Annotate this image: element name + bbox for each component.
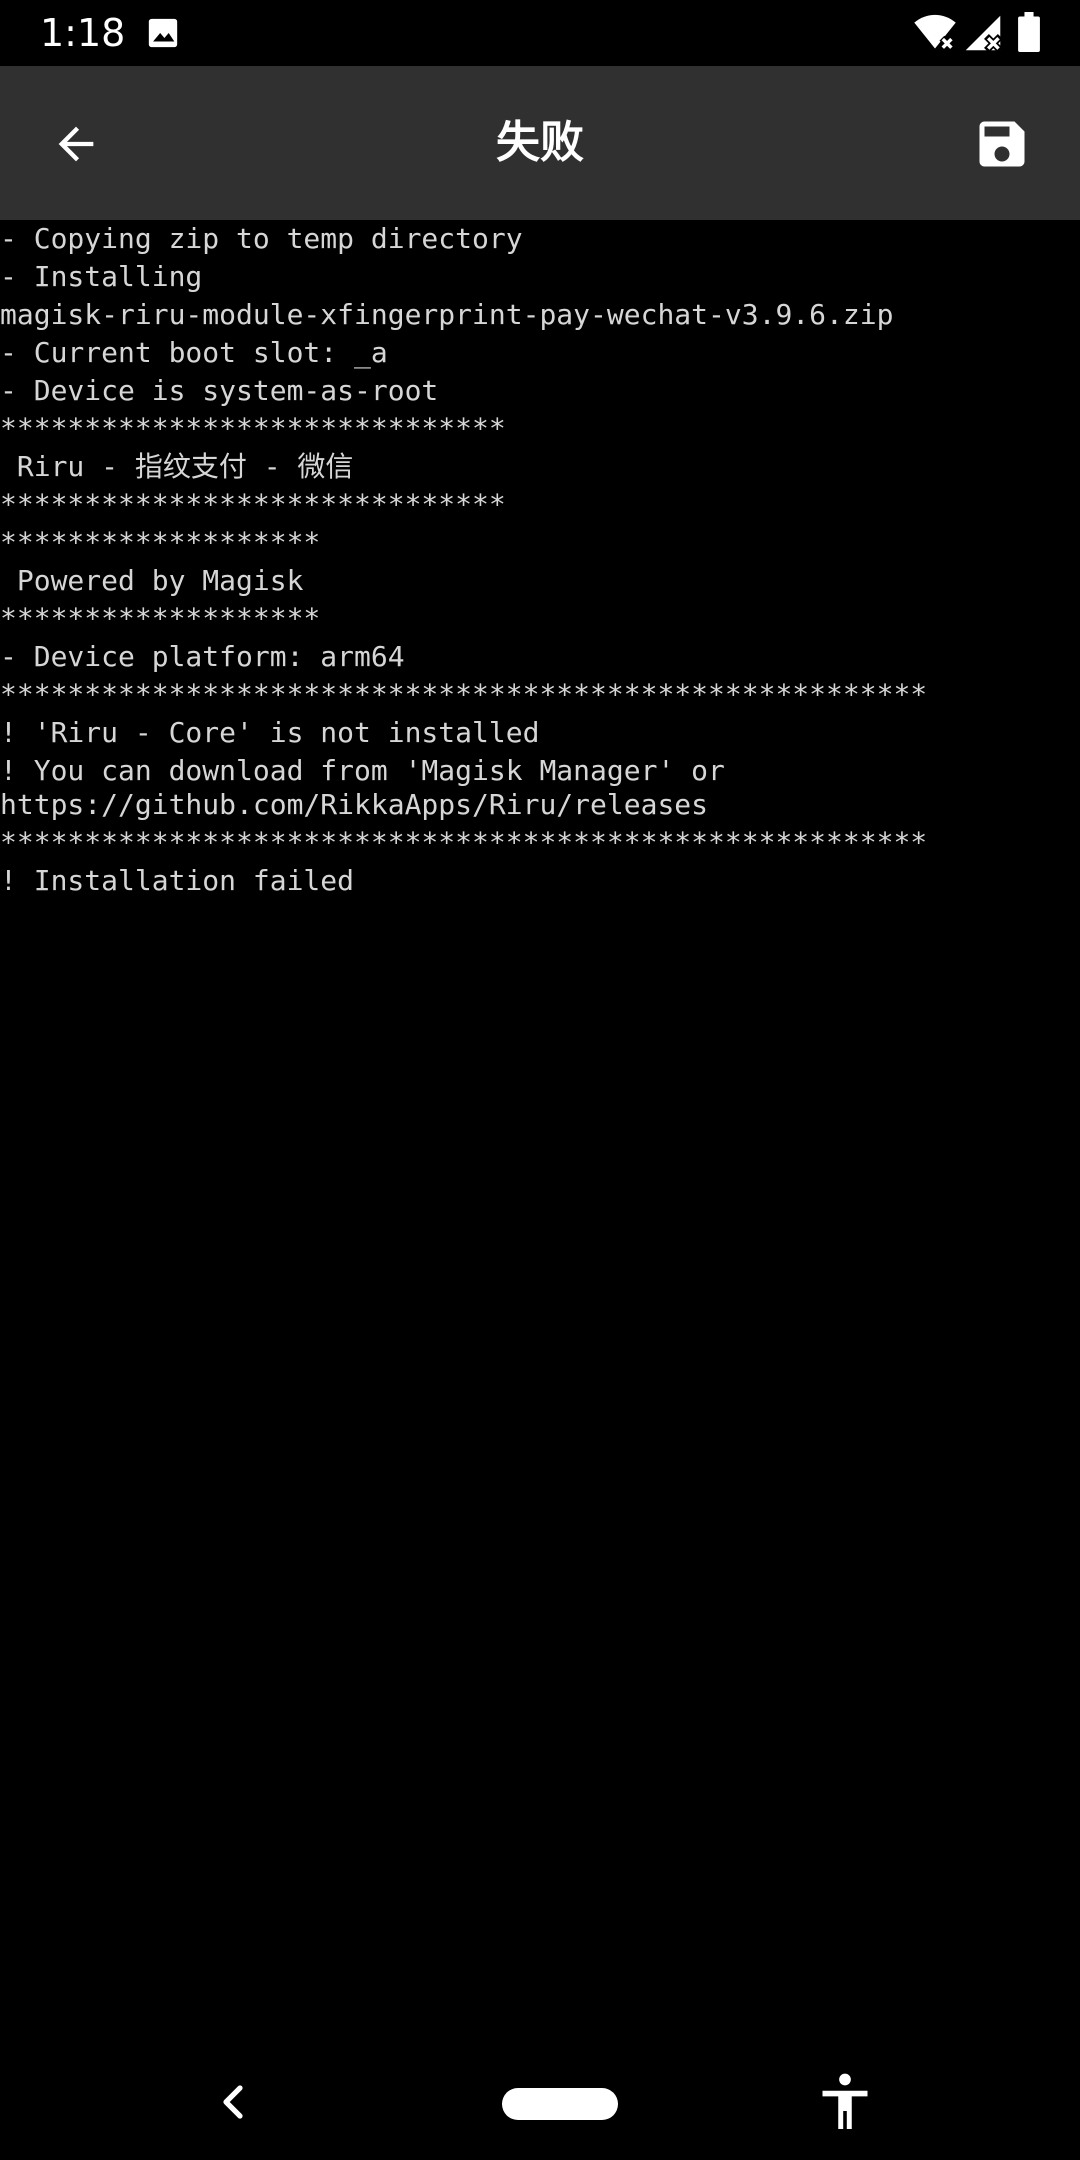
navigation-bar (0, 2040, 1080, 2160)
wifi-off-icon (912, 14, 958, 52)
page-title: 失败 (496, 117, 584, 168)
log-line: - Copying zip to temp directory (0, 222, 523, 255)
log-line: - Device is system-as-root (0, 374, 439, 407)
log-line: ! 'Riru - Core' is not installed (0, 716, 540, 749)
log-line: - Current boot slot: _a (0, 336, 388, 369)
save-button[interactable] (966, 108, 1038, 180)
log-line: Powered by Magisk (0, 564, 304, 597)
log-line: ! You can download from 'Magisk Manager'… (0, 754, 742, 821)
log-line: ****************************************… (0, 678, 928, 711)
log-line: ! Installation failed (0, 864, 355, 897)
log-line: ****************************** (0, 412, 506, 445)
log-line: - Installing (0, 260, 203, 293)
battery-icon (1018, 12, 1040, 52)
log-line: ******************* (0, 602, 321, 635)
console-log[interactable]: - Copying zip to temp directory - Instal… (0, 220, 1080, 2042)
accessibility-icon[interactable] (818, 2072, 872, 2132)
image-icon (146, 16, 180, 50)
log-line: ****************************** (0, 488, 506, 521)
log-line: ****************************************… (0, 826, 928, 859)
app-bar: 失败 (0, 66, 1080, 220)
log-line: - Device platform: arm64 (0, 640, 405, 673)
signal-off-icon (964, 14, 1003, 53)
nav-back-icon[interactable] (210, 2078, 258, 2126)
status-time: 1:18 (40, 11, 126, 55)
save-icon (979, 121, 1025, 167)
status-bar: 1:18 (0, 0, 1080, 66)
log-line: Riru - 指纹支付 - 微信 (0, 450, 354, 483)
log-line: magisk-riru-module-xfingerprint-pay-wech… (0, 298, 894, 331)
nav-home-pill[interactable] (502, 2088, 618, 2120)
log-line: ******************* (0, 526, 321, 559)
